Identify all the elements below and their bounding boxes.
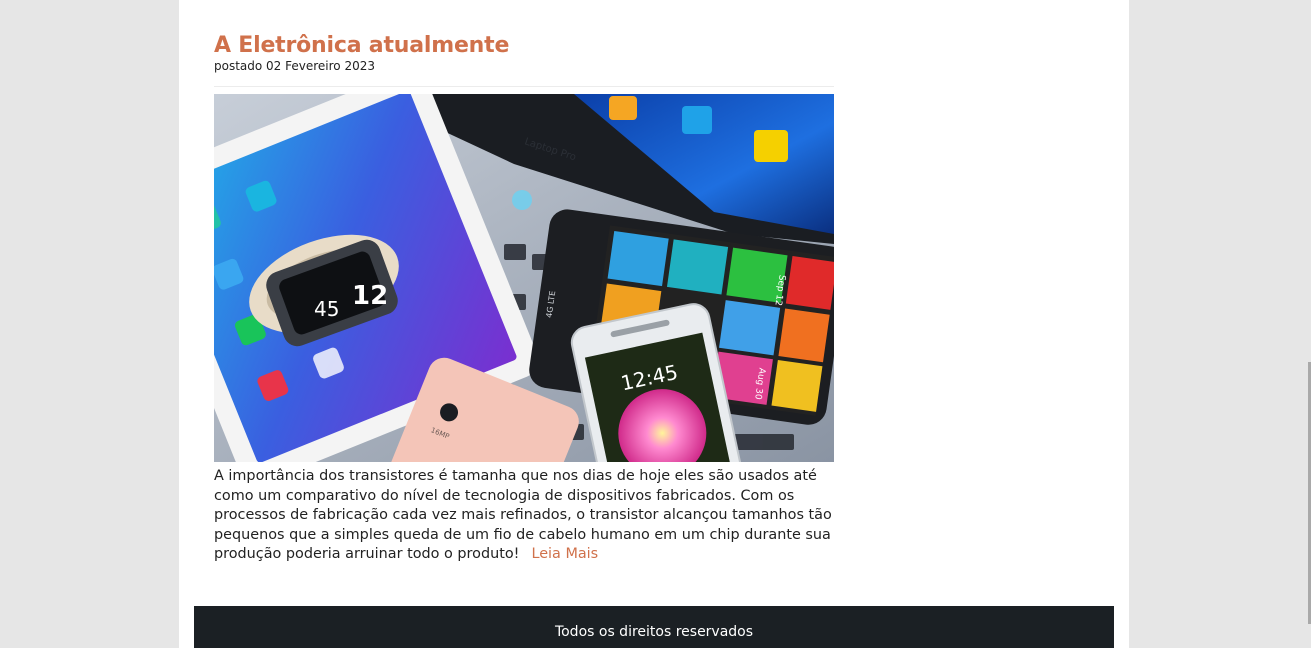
footer-copyright: Todos os direitos reservados — [554, 624, 754, 640]
post-excerpt-text: A importância dos transistores é tamanha… — [214, 468, 832, 562]
wifi-app-icon — [609, 96, 637, 120]
page-container: A Eletrônica atualmente postado 02 Fever… — [179, 0, 1129, 648]
ad-app-icon — [682, 106, 712, 134]
post-excerpt: A importância dos transistores é tamanha… — [214, 467, 834, 565]
settings-app-icon — [754, 130, 788, 162]
post-date: postado 02 Fevereiro 2023 — [214, 59, 375, 73]
devices-illustration: Laptop Pro 12 45 4G LTE Sep 12 Aug 30 12… — [214, 94, 834, 462]
watch-hour: 12 — [352, 281, 388, 311]
blog-post: A Eletrônica atualmente postado 02 Fever… — [214, 32, 834, 565]
scrollbar[interactable] — [1307, 0, 1311, 648]
footer: Todos os direitos reservados — [194, 606, 1114, 648]
post-title[interactable]: A Eletrônica atualmente — [214, 32, 834, 60]
watch-minute: 45 — [314, 297, 339, 321]
read-more-link[interactable]: Leia Mais — [531, 546, 598, 562]
post-image[interactable]: Laptop Pro 12 45 4G LTE Sep 12 Aug 30 12… — [214, 94, 834, 462]
power-button-icon — [512, 190, 532, 210]
divider — [214, 86, 834, 87]
